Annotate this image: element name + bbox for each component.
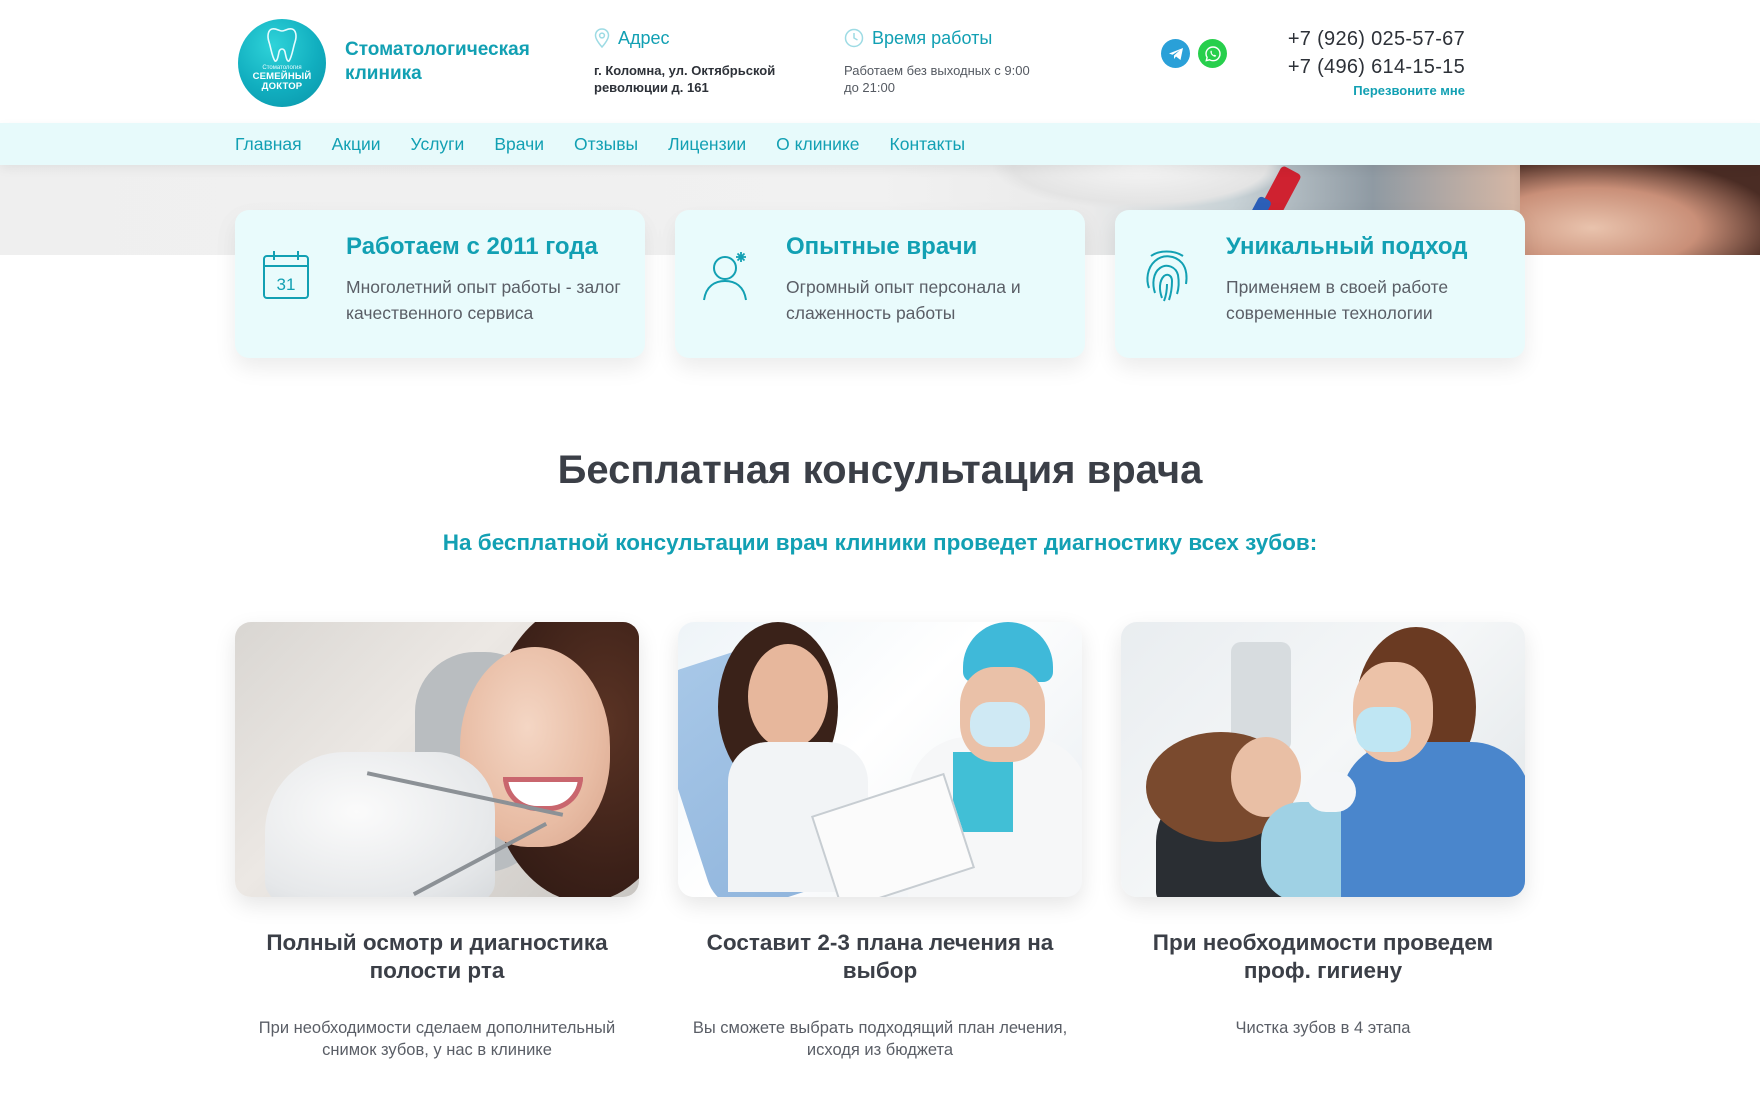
feature-text: Огромный опыт персонала и слаженность ра… (786, 277, 1021, 323)
address-block: Адрес г. Коломна, ул. Октябрьской револю… (594, 26, 794, 96)
card-title: При необходимости проведем проф. гигиену (1152, 930, 1494, 983)
hours-block: Время работы Работаем без выходных с 9:0… (844, 26, 1034, 96)
nav-item-licenses[interactable]: Лицензии (668, 132, 746, 156)
features-row: 31 Работаем с 2011 года Многолетний опыт… (235, 210, 1525, 358)
feature-card: 31 Работаем с 2011 года Многолетний опыт… (235, 210, 645, 358)
doctor-icon (703, 252, 747, 301)
hours-text: Работаем без выходных с 9:00 до 21:00 (844, 63, 1030, 95)
card-text: Вы сможете выбрать подходящий план лечен… (692, 1019, 1068, 1059)
hygiene-procedure-photo (1121, 622, 1525, 897)
card-title: Составит 2-3 плана лечения на выбор (706, 930, 1054, 983)
feature-text: Многолетний опыт работы - залог качестве… (346, 277, 621, 323)
phone-link-2[interactable]: +7 (496) 614-15-15 (1288, 53, 1465, 81)
messenger-links (1161, 39, 1227, 68)
consultation-cards: Полный осмотр и диагностика полости рта … (235, 622, 1525, 1061)
patient-exam-photo (235, 622, 639, 897)
fingerprint-icon (1146, 250, 1188, 302)
card-text: Чистка зубов в 4 этапа (1235, 1019, 1411, 1037)
main-nav: Главная Акции Услуги Врачи Отзывы Лиценз… (0, 123, 1760, 165)
hours-label: Время работы (872, 28, 993, 48)
section-subtitle: На бесплатной консультации врач клиники … (442, 530, 1318, 555)
site-header: Стоматология СЕМЕЙНЫЙ ДОКТОР Стоматологи… (0, 0, 1760, 123)
tooth-icon (267, 28, 297, 62)
callback-link[interactable]: Перезвоните мне (1288, 83, 1465, 98)
consultation-card: При необходимости проведем проф. гигиену… (1121, 622, 1525, 1061)
feature-text: Применяем в своей работе современные тех… (1226, 277, 1449, 323)
card-text: При необходимости сделаем дополнительный… (258, 1019, 616, 1059)
phone-block: +7 (926) 025-57-67 +7 (496) 614-15-15 Пе… (1288, 25, 1465, 98)
nav-item-promotions[interactable]: Акции (332, 132, 381, 156)
calendar-day-text: 31 (277, 275, 296, 294)
nav-item-doctors[interactable]: Врачи (494, 132, 544, 156)
feature-card: Уникальный подход Применяем в своей рабо… (1115, 210, 1525, 358)
feature-card: Опытные врачи Огромный опыт персонала и … (675, 210, 1085, 358)
logo-line-2: ДОКТОР (261, 81, 303, 92)
telegram-icon[interactable] (1161, 39, 1190, 68)
consultation-card: Составит 2-3 плана лечения на выбор Вы с… (678, 622, 1082, 1061)
nav-item-home[interactable]: Главная (235, 132, 302, 156)
calendar-icon: 31 (263, 251, 309, 299)
nav-item-contacts[interactable]: Контакты (890, 132, 966, 156)
clinic-title: Стоматологическая клиника (345, 39, 530, 84)
clock-icon (844, 28, 864, 48)
feature-title: Опытные врачи (786, 233, 978, 260)
card-title: Полный осмотр и диагностика полости рта (266, 930, 608, 983)
address-label: Адрес (618, 28, 670, 48)
doctor-consultation-photo (678, 622, 1082, 897)
clinic-logo[interactable]: Стоматология СЕМЕЙНЫЙ ДОКТОР (238, 19, 326, 107)
whatsapp-icon[interactable] (1198, 39, 1227, 68)
phone-link-1[interactable]: +7 (926) 025-57-67 (1288, 25, 1465, 53)
consultation-card: Полный осмотр и диагностика полости рта … (235, 622, 639, 1061)
address-text: г. Коломна, ул. Октябрьской революции д.… (594, 63, 776, 95)
feature-title: Уникальный подход (1226, 233, 1468, 260)
nav-item-reviews[interactable]: Отзывы (574, 132, 638, 156)
section-title: Бесплатная консультация врача (557, 448, 1203, 492)
nav-item-about[interactable]: О клинике (776, 132, 859, 156)
nav-item-services[interactable]: Услуги (411, 132, 465, 156)
location-pin-icon (594, 28, 610, 48)
feature-title: Работаем с 2011 года (346, 233, 598, 260)
